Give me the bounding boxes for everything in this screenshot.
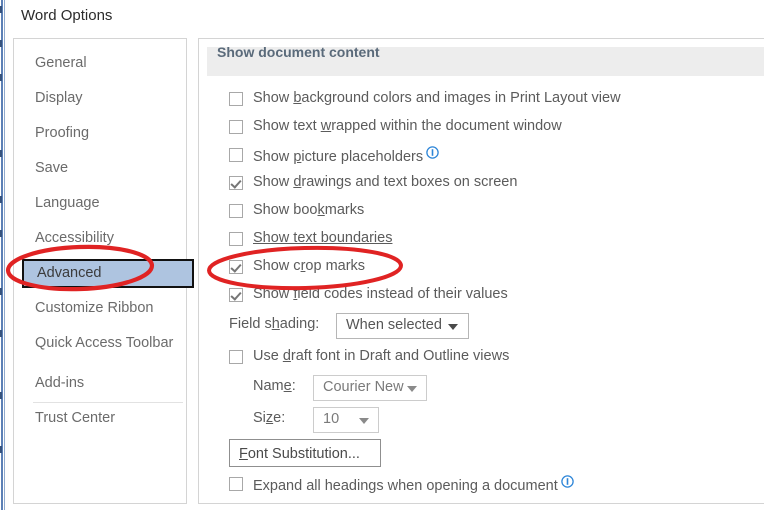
option-label: Show field codes instead of their values bbox=[253, 286, 508, 302]
accelerator-key: d bbox=[282, 348, 291, 364]
option-label: Show crop marks bbox=[253, 258, 366, 274]
checkbox-opt-0[interactable] bbox=[229, 92, 243, 106]
accelerator-key: p bbox=[293, 149, 302, 165]
accelerator-key: F bbox=[239, 446, 248, 462]
accelerator-key: r bbox=[300, 258, 306, 274]
info-icon[interactable] bbox=[426, 146, 439, 159]
window-border-strip bbox=[0, 0, 9, 510]
border-tick bbox=[0, 150, 2, 157]
field-shading-dropdown[interactable]: When selected bbox=[336, 313, 469, 339]
section-header-label: Show document content bbox=[217, 44, 380, 60]
border-tick bbox=[0, 230, 2, 237]
accelerator-key: e bbox=[283, 378, 292, 394]
checkbox-use-draft-font[interactable] bbox=[229, 350, 243, 364]
sidebar-item-proofing[interactable]: Proofing bbox=[25, 121, 177, 146]
checkbox-expand-all-headings[interactable] bbox=[229, 477, 243, 491]
option-label: Show picture placeholders bbox=[253, 146, 439, 165]
border-tick bbox=[0, 330, 2, 337]
sidebar-item-quick-access-toolbar[interactable]: Quick Access Toolbar bbox=[25, 331, 177, 356]
info-icon[interactable] bbox=[560, 475, 574, 488]
accelerator-key: z bbox=[265, 410, 274, 426]
sidebar-item-advanced[interactable]: Advanced bbox=[22, 259, 194, 288]
page-title: Word Options bbox=[21, 7, 113, 24]
accelerator-key: w bbox=[320, 118, 332, 134]
accelerator-key: f bbox=[293, 286, 298, 302]
sidebar-item-customize-ribbon[interactable]: Customize Ribbon bbox=[25, 296, 177, 321]
accelerator-key: d bbox=[293, 174, 302, 190]
chevron-down-icon[interactable] bbox=[359, 418, 369, 424]
checkbox-opt-7[interactable] bbox=[229, 288, 243, 302]
title-bar: Word Options bbox=[9, 0, 768, 34]
option-label: Show text boundaries bbox=[253, 230, 393, 246]
font-size-label: Size: bbox=[253, 410, 286, 426]
checkbox-opt-2[interactable] bbox=[229, 148, 243, 162]
font-name-dropdown-value: Courier New bbox=[323, 379, 404, 395]
checkbox-opt-3[interactable] bbox=[229, 176, 243, 190]
field-shading-dropdown-value: When selected bbox=[346, 317, 442, 333]
border-tick bbox=[0, 40, 2, 47]
option-label: Use draft font in Draft and Outline view… bbox=[253, 348, 510, 364]
checkbox-opt-1[interactable] bbox=[229, 120, 243, 134]
sidebar-divider bbox=[33, 402, 183, 403]
option-label: Show bookmarks bbox=[253, 202, 365, 218]
border-tick bbox=[0, 6, 2, 13]
font-size-dropdown[interactable]: 10 bbox=[313, 407, 379, 433]
accelerator-key: b bbox=[293, 90, 302, 106]
sidebar-item-trust-center[interactable]: Trust Center bbox=[25, 406, 177, 431]
border-tick bbox=[0, 392, 2, 399]
border-tick bbox=[0, 446, 2, 453]
checkbox-opt-4[interactable] bbox=[229, 204, 243, 218]
window-border-white bbox=[5, 0, 9, 510]
option-label: Show drawings and text boxes on screen bbox=[253, 174, 518, 190]
border-tick bbox=[0, 288, 2, 295]
option-label: Show text wrapped within the document wi… bbox=[253, 118, 562, 134]
sidebar-item-general[interactable]: General bbox=[25, 51, 177, 76]
sidebar-item-accessibility[interactable]: Accessibility bbox=[25, 226, 177, 251]
font-name-dropdown[interactable]: Courier New bbox=[313, 375, 427, 401]
chevron-down-icon[interactable] bbox=[448, 324, 458, 330]
option-label: Expand all headings when opening a docum… bbox=[253, 475, 574, 494]
font-size-dropdown-value: 10 bbox=[323, 411, 340, 427]
sidebar: General Display Proofing Save Language Access… bbox=[13, 38, 194, 504]
border-tick bbox=[0, 196, 2, 203]
sidebar-item-display[interactable]: Display bbox=[25, 86, 177, 111]
field-shading-label: Field shading: bbox=[229, 316, 320, 332]
sidebar-item-language[interactable]: Language bbox=[25, 191, 177, 216]
sidebar-item-add-ins[interactable]: Add-ins bbox=[25, 371, 177, 396]
font-substitution-button[interactable]: Font Substitution... bbox=[229, 439, 381, 467]
accelerator-key: h bbox=[271, 316, 280, 332]
chevron-down-icon[interactable] bbox=[407, 386, 417, 392]
sidebar-item-save[interactable]: Save bbox=[25, 156, 177, 181]
accelerator-key: k bbox=[317, 202, 325, 218]
checkbox-opt-5[interactable] bbox=[229, 232, 243, 246]
checkbox-opt-6[interactable] bbox=[229, 260, 243, 274]
option-label: Show background colors and images in Pri… bbox=[253, 90, 621, 106]
border-tick bbox=[0, 74, 2, 81]
options-content-panel: Show document content Show background co… bbox=[198, 38, 764, 504]
font-name-label: Name: bbox=[253, 378, 296, 394]
